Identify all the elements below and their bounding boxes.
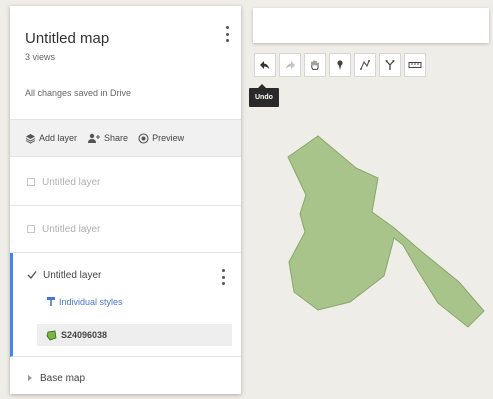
layer-name[interactable]: Untitled layer [42, 177, 100, 188]
paint-roller-icon [47, 297, 55, 306]
panel-actions: Add layer Share Preview [10, 119, 241, 157]
base-map-toggle[interactable]: Base map [10, 362, 241, 394]
undo-button[interactable] [254, 53, 276, 77]
marker-icon [337, 60, 343, 70]
redo-icon [286, 61, 295, 69]
layer-row[interactable]: Untitled layer [10, 206, 241, 253]
panel-header: Untitled map 3 views All changes saved i… [10, 6, 241, 114]
save-status: All changes saved in Drive [25, 88, 132, 98]
map-toolbar [254, 53, 429, 77]
layer-visibility-checkbox[interactable] [27, 270, 37, 280]
preview-button[interactable]: Preview [138, 132, 185, 144]
draw-line-icon [360, 60, 370, 70]
preview-label: Preview [152, 133, 185, 143]
more-vert-icon[interactable] [218, 267, 228, 287]
add-marker-button[interactable] [329, 53, 351, 77]
ruler-icon [408, 62, 422, 68]
layer-visibility-checkbox[interactable] [27, 178, 35, 186]
share-button[interactable]: Share [87, 133, 128, 144]
preview-eye-icon [138, 132, 149, 144]
layer-visibility-checkbox[interactable] [27, 225, 35, 233]
add-layer-label: Add layer [39, 133, 78, 143]
individual-styles-label: Individual styles [59, 296, 123, 307]
share-label: Share [104, 133, 129, 143]
individual-styles-link[interactable]: Individual styles [46, 296, 123, 307]
hand-icon [311, 60, 319, 71]
map-title[interactable]: Untitled map [25, 30, 109, 47]
add-layer-button[interactable]: Add layer [25, 133, 77, 144]
polygon-feature-icon [46, 330, 57, 340]
directions-icon [385, 60, 395, 70]
undo-icon [260, 61, 269, 69]
map-editor: Undo Untitled map 3 views All changes sa… [0, 0, 493, 399]
feature-name: S24096038 [61, 330, 108, 340]
search-input[interactable] [253, 8, 489, 43]
layer-row[interactable]: Untitled layer [10, 159, 241, 206]
map-views-count: 3 views [25, 52, 56, 62]
person-add-icon [88, 133, 101, 143]
layer-name[interactable]: Untitled layer [42, 224, 100, 235]
draw-line-button[interactable] [354, 53, 376, 77]
layer-name[interactable]: Untitled layer [43, 270, 101, 281]
active-layer[interactable]: Untitled layer Individual styles S240960… [10, 253, 241, 357]
redo-button[interactable] [279, 53, 301, 77]
more-vert-icon[interactable] [222, 24, 232, 44]
base-map-label: Base map [40, 372, 86, 384]
feature-item[interactable]: S24096038 [37, 324, 232, 346]
directions-button[interactable] [379, 53, 401, 77]
layers-panel: Untitled map 3 views All changes saved i… [10, 6, 241, 394]
pan-button[interactable] [304, 53, 326, 77]
caret-right-icon [28, 375, 32, 381]
undo-tooltip: Undo [249, 84, 279, 107]
add-layer-icon [25, 133, 36, 144]
measure-button[interactable] [404, 53, 426, 77]
